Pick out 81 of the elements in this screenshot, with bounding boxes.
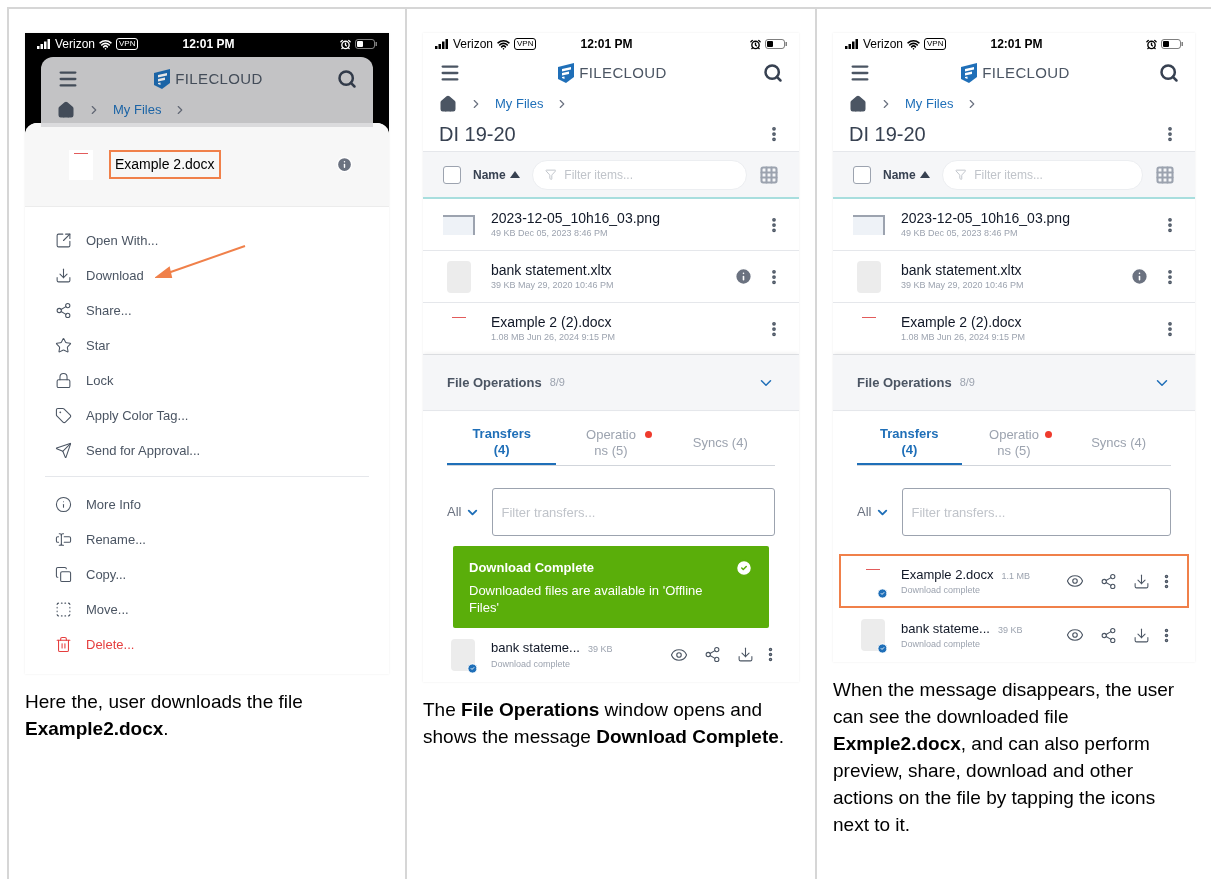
filter-items-field[interactable]: Filter items... [531, 159, 747, 190]
step-caption: When the message disappears, the user can see the downloaded file Exmple2.docx, and can also perform preview, share, download and other actions on the file by tapping the icons next to it. [833, 678, 1176, 837]
file-name: Example 2.docx [109, 150, 221, 179]
sort-button[interactable]: Name [473, 165, 520, 184]
folder-title: DI 19-20 [439, 122, 516, 147]
file-name: Example 2.docx [901, 565, 994, 584]
breadcrumb-link[interactable]: My Files [905, 94, 954, 114]
step-caption: Here the, user downloads the file Example2.docx. [25, 690, 304, 741]
transfer-row[interactable]: bank stateme... 39 KB Download complete [839, 608, 1189, 662]
filter-input[interactable]: Filter items... [974, 165, 1130, 184]
menu-item[interactable]: Copy... [25, 557, 157, 592]
file-name: Example 2 (2).docx [901, 312, 1023, 331]
vpn-badge: VPN [514, 38, 537, 50]
menu-item[interactable]: Star [25, 328, 140, 363]
file-size: 1.1 MB [1001, 569, 1030, 583]
menu-item[interactable]: Move... [25, 592, 159, 627]
filter-input[interactable]: Filter items... [564, 165, 734, 184]
transfer-row[interactable]: bank stateme... 39 KB Download complete [429, 627, 793, 682]
transfer-status: Download complete [901, 584, 982, 597]
menu-item[interactable]: Download [25, 258, 174, 293]
file-size: 39 KB [587, 643, 613, 656]
file-row[interactable]: bank statement.xltx 39 KB May 29, 2020 10:46 PM [423, 251, 799, 303]
menu-item[interactable]: Apply Color Tag... [25, 398, 219, 433]
filter-transfers-field[interactable]: Filter transfers... [492, 488, 775, 536]
file-row[interactable]: 2023-12-05_10h16_03.png 49 KB Dec 05, 2023 8:46 PM [833, 199, 1195, 251]
step-caption: The File Operations window opens and shows the message Download Complete. [423, 697, 786, 749]
sort-button[interactable]: Name [883, 165, 930, 184]
filter-items-field[interactable]: Filter items... [941, 159, 1143, 190]
operations-count: 8/9 [549, 375, 565, 391]
file-row[interactable]: 2023-12-05_10h16_03.png 49 KB Dec 05, 2023 8:46 PM [423, 199, 799, 251]
filter-transfers-field[interactable]: Filter transfers... [902, 488, 1171, 536]
brand-name: FILECLOUD [579, 62, 667, 83]
file-meta: 49 KB Dec 05, 2023 8:46 PM [491, 226, 609, 240]
carrier-name: Verizon [863, 36, 904, 53]
menu-item[interactable]: Rename... [25, 522, 176, 557]
scope-dropdown[interactable]: All [447, 502, 481, 522]
file-name: 2023-12-05_10h16_03.png [491, 208, 661, 227]
scope-dropdown[interactable]: All [857, 502, 891, 522]
file-meta: 49 KB Dec 05, 2023 8:46 PM [901, 226, 1019, 240]
file-name: bank stateme... [491, 639, 580, 657]
panel-title: File Operations [857, 373, 952, 392]
file-size: 39 KB [997, 623, 1023, 637]
brand-name: FILECLOUD [175, 68, 263, 89]
transfer-status: Download complete [901, 638, 982, 651]
carrier-name: Verizon [453, 36, 494, 53]
file-meta: 1.08 MB Jun 26, 2024 9:15 PM [901, 330, 1027, 344]
toast-title: Download Complete [469, 559, 594, 577]
file-name: bank statement.xltx [491, 260, 613, 279]
file-name: bank stateme... [901, 619, 990, 638]
menu-item[interactable]: Open With... [25, 223, 189, 258]
breadcrumb-link[interactable]: My Files [113, 100, 162, 120]
menu-item[interactable]: Delete... [25, 627, 165, 662]
menu-item[interactable]: Lock [25, 363, 144, 398]
clock-time: 12:01 PM [990, 36, 1043, 53]
file-meta: 39 KB May 29, 2020 10:46 PM [901, 278, 1025, 292]
folder-title: DI 19-20 [849, 122, 926, 147]
menu-item[interactable]: Send for Approval... [25, 433, 231, 468]
tab[interactable]: Transfers (4) [857, 421, 962, 465]
menu-item[interactable]: More Info [25, 487, 171, 522]
file-operations-header[interactable]: File Operations 8/9 [423, 355, 799, 411]
tab[interactable]: Transfers (4) [447, 421, 557, 465]
file-operations-header[interactable]: File Operations 8/9 [833, 355, 1195, 411]
clock-time: 12:01 PM [580, 36, 633, 53]
brand-name: FILECLOUD [982, 62, 1070, 83]
file-meta: 1.08 MB Jun 26, 2024 9:15 PM [491, 330, 617, 344]
carrier-name: Verizon [55, 36, 96, 53]
file-row[interactable]: bank statement.xltx 39 KB May 29, 2020 10:46 PM [833, 251, 1195, 303]
file-name: 2023-12-05_10h16_03.png [901, 208, 1071, 227]
clock-time: 12:01 PM [182, 36, 235, 53]
operations-count: 8/9 [959, 375, 975, 391]
transfer-status: Download complete [491, 657, 572, 671]
vpn-badge: VPN [924, 38, 947, 50]
panel-title: File Operations [447, 373, 542, 392]
file-meta: 39 KB May 29, 2020 10:46 PM [491, 278, 615, 292]
breadcrumb-link[interactable]: My Files [495, 94, 544, 114]
file-name: bank statement.xltx [901, 260, 1023, 279]
vpn-badge: VPN [116, 38, 139, 50]
transfer-row[interactable]: Example 2.docx 1.1 MB Download complete [839, 554, 1189, 608]
file-name: Example 2 (2).docx [491, 312, 613, 331]
menu-item[interactable]: Share... [25, 293, 162, 328]
toast-message: Downloaded files are available in 'Offline Files' [469, 581, 704, 616]
